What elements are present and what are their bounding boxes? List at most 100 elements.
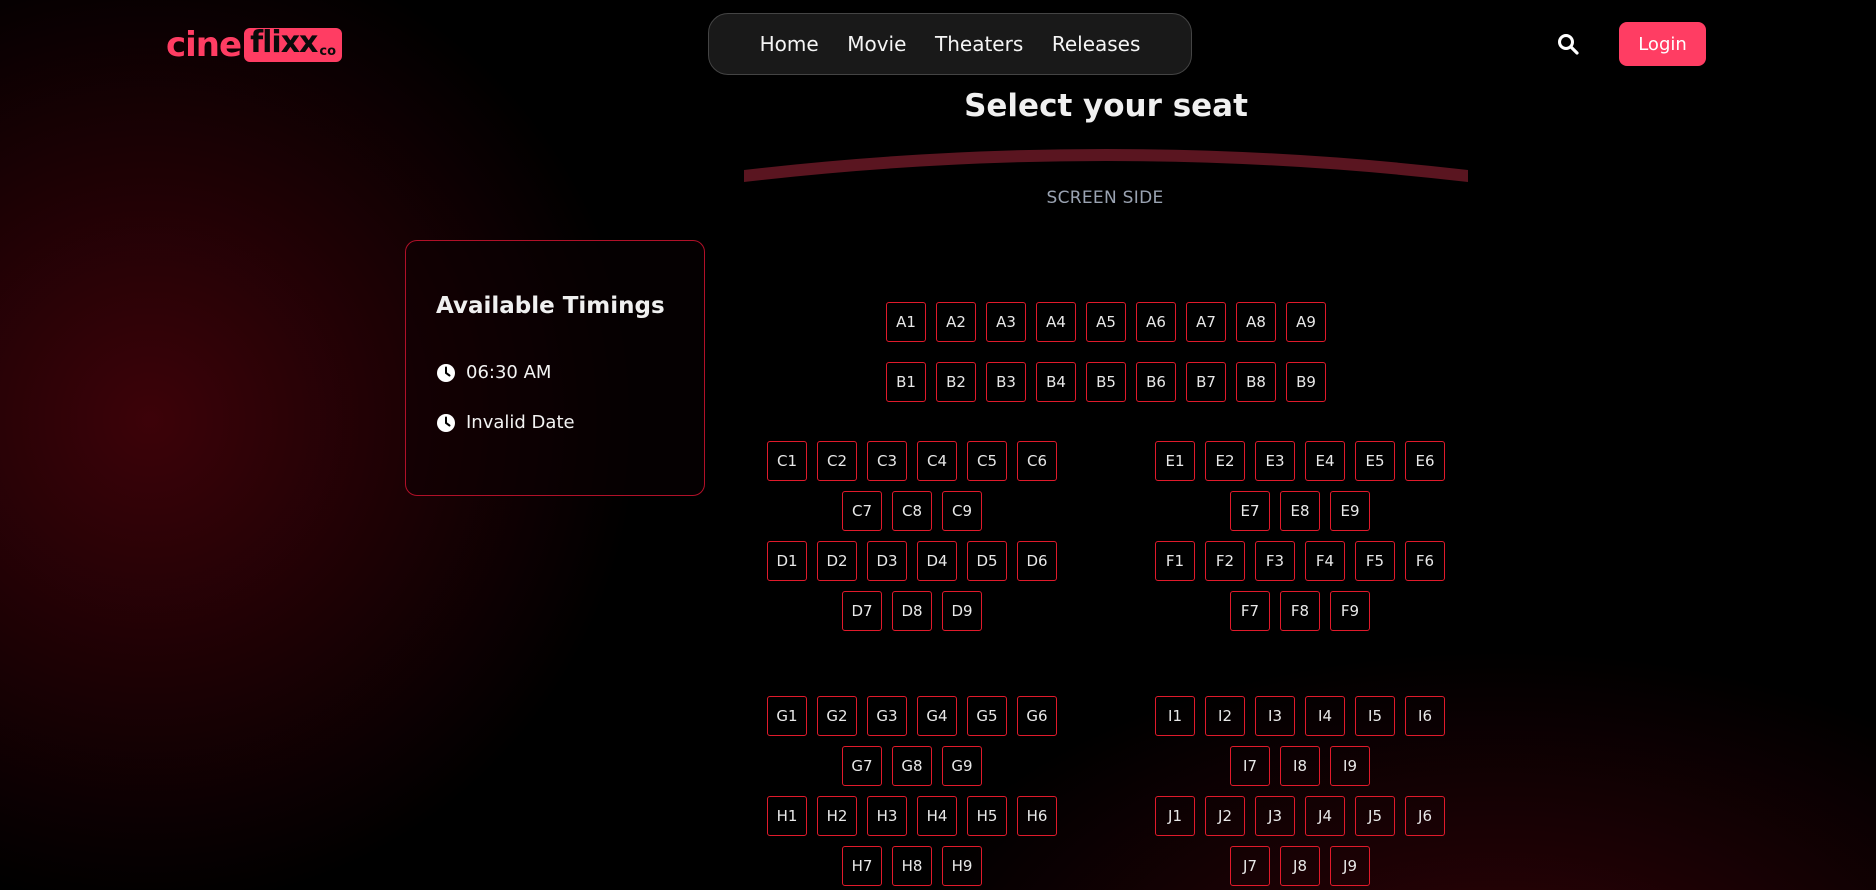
seat-f4[interactable]: F4 bbox=[1305, 541, 1345, 581]
logo-text-co: co bbox=[319, 44, 337, 59]
seat-d1[interactable]: D1 bbox=[767, 541, 807, 581]
seat-i4[interactable]: I4 bbox=[1305, 696, 1345, 736]
seat-f2[interactable]: F2 bbox=[1205, 541, 1245, 581]
seat-a9[interactable]: A9 bbox=[1286, 302, 1326, 342]
seat-i8[interactable]: I8 bbox=[1280, 746, 1320, 786]
seat-e3[interactable]: E3 bbox=[1255, 441, 1295, 481]
seat-f6[interactable]: F6 bbox=[1405, 541, 1445, 581]
seat-e6[interactable]: E6 bbox=[1405, 441, 1445, 481]
seat-a1[interactable]: A1 bbox=[886, 302, 926, 342]
seat-a2[interactable]: A2 bbox=[936, 302, 976, 342]
seat-j9[interactable]: J9 bbox=[1330, 846, 1370, 886]
seat-c1[interactable]: C1 bbox=[767, 441, 807, 481]
seat-j3[interactable]: J3 bbox=[1255, 796, 1295, 836]
seat-e1[interactable]: E1 bbox=[1155, 441, 1195, 481]
nav-theaters[interactable]: Theaters bbox=[935, 32, 1023, 56]
seat-b6[interactable]: B6 bbox=[1136, 362, 1176, 402]
seat-e7[interactable]: E7 bbox=[1230, 491, 1270, 531]
seat-b1[interactable]: B1 bbox=[886, 362, 926, 402]
seat-i3[interactable]: I3 bbox=[1255, 696, 1295, 736]
seat-h3[interactable]: H3 bbox=[867, 796, 907, 836]
seat-d7[interactable]: D7 bbox=[842, 591, 882, 631]
seat-f7[interactable]: F7 bbox=[1230, 591, 1270, 631]
seat-h5[interactable]: H5 bbox=[967, 796, 1007, 836]
seat-b8[interactable]: B8 bbox=[1236, 362, 1276, 402]
seat-g5[interactable]: G5 bbox=[967, 696, 1007, 736]
nav-home[interactable]: Home bbox=[760, 32, 819, 56]
seat-b2[interactable]: B2 bbox=[936, 362, 976, 402]
seat-i9[interactable]: I9 bbox=[1330, 746, 1370, 786]
seat-h2[interactable]: H2 bbox=[817, 796, 857, 836]
seat-c2[interactable]: C2 bbox=[817, 441, 857, 481]
seat-e5[interactable]: E5 bbox=[1355, 441, 1395, 481]
seat-b5[interactable]: B5 bbox=[1086, 362, 1126, 402]
seat-c8[interactable]: C8 bbox=[892, 491, 932, 531]
seat-e9[interactable]: E9 bbox=[1330, 491, 1370, 531]
seat-f1[interactable]: F1 bbox=[1155, 541, 1195, 581]
seat-f3[interactable]: F3 bbox=[1255, 541, 1295, 581]
seat-b4[interactable]: B4 bbox=[1036, 362, 1076, 402]
seat-d8[interactable]: D8 bbox=[892, 591, 932, 631]
seat-j8[interactable]: J8 bbox=[1280, 846, 1320, 886]
timing-item[interactable]: 06:30 AM bbox=[436, 362, 551, 383]
nav-releases[interactable]: Releases bbox=[1052, 32, 1141, 56]
seat-h6[interactable]: H6 bbox=[1017, 796, 1057, 836]
seat-i1[interactable]: I1 bbox=[1155, 696, 1195, 736]
seat-j4[interactable]: J4 bbox=[1305, 796, 1345, 836]
seat-i6[interactable]: I6 bbox=[1405, 696, 1445, 736]
login-button[interactable]: Login bbox=[1619, 22, 1706, 66]
seat-d4[interactable]: D4 bbox=[917, 541, 957, 581]
seat-j2[interactable]: J2 bbox=[1205, 796, 1245, 836]
seat-c6[interactable]: C6 bbox=[1017, 441, 1057, 481]
seat-a6[interactable]: A6 bbox=[1136, 302, 1176, 342]
seat-e2[interactable]: E2 bbox=[1205, 441, 1245, 481]
seat-g8[interactable]: G8 bbox=[892, 746, 932, 786]
seat-c9[interactable]: C9 bbox=[942, 491, 982, 531]
seat-c7[interactable]: C7 bbox=[842, 491, 882, 531]
seat-f5[interactable]: F5 bbox=[1355, 541, 1395, 581]
seat-h1[interactable]: H1 bbox=[767, 796, 807, 836]
seat-g6[interactable]: G6 bbox=[1017, 696, 1057, 736]
seat-g4[interactable]: G4 bbox=[917, 696, 957, 736]
seat-a7[interactable]: A7 bbox=[1186, 302, 1226, 342]
seat-g1[interactable]: G1 bbox=[767, 696, 807, 736]
seat-a3[interactable]: A3 bbox=[986, 302, 1026, 342]
seat-f9[interactable]: F9 bbox=[1330, 591, 1370, 631]
seat-b7[interactable]: B7 bbox=[1186, 362, 1226, 402]
seat-g2[interactable]: G2 bbox=[817, 696, 857, 736]
seat-d9[interactable]: D9 bbox=[942, 591, 982, 631]
seat-i2[interactable]: I2 bbox=[1205, 696, 1245, 736]
seat-g3[interactable]: G3 bbox=[867, 696, 907, 736]
seat-i5[interactable]: I5 bbox=[1355, 696, 1395, 736]
seat-b9[interactable]: B9 bbox=[1286, 362, 1326, 402]
seat-d6[interactable]: D6 bbox=[1017, 541, 1057, 581]
seat-d3[interactable]: D3 bbox=[867, 541, 907, 581]
seat-h4[interactable]: H4 bbox=[917, 796, 957, 836]
seat-h7[interactable]: H7 bbox=[842, 846, 882, 886]
search-icon[interactable] bbox=[1556, 32, 1580, 56]
seat-i7[interactable]: I7 bbox=[1230, 746, 1270, 786]
seat-h9[interactable]: H9 bbox=[942, 846, 982, 886]
seat-j5[interactable]: J5 bbox=[1355, 796, 1395, 836]
brand-logo[interactable]: cine flixx co bbox=[166, 24, 343, 66]
timing-item[interactable]: Invalid Date bbox=[436, 412, 575, 433]
seat-j1[interactable]: J1 bbox=[1155, 796, 1195, 836]
seat-a8[interactable]: A8 bbox=[1236, 302, 1276, 342]
seat-c4[interactable]: C4 bbox=[917, 441, 957, 481]
seat-j6[interactable]: J6 bbox=[1405, 796, 1445, 836]
nav-movie[interactable]: Movie bbox=[847, 32, 906, 56]
seat-h8[interactable]: H8 bbox=[892, 846, 932, 886]
seat-e8[interactable]: E8 bbox=[1280, 491, 1320, 531]
seat-c5[interactable]: C5 bbox=[967, 441, 1007, 481]
seat-a4[interactable]: A4 bbox=[1036, 302, 1076, 342]
seat-j7[interactable]: J7 bbox=[1230, 846, 1270, 886]
seat-g7[interactable]: G7 bbox=[842, 746, 882, 786]
seat-g9[interactable]: G9 bbox=[942, 746, 982, 786]
seat-b3[interactable]: B3 bbox=[986, 362, 1026, 402]
seat-c3[interactable]: C3 bbox=[867, 441, 907, 481]
seat-f8[interactable]: F8 bbox=[1280, 591, 1320, 631]
seat-a5[interactable]: A5 bbox=[1086, 302, 1126, 342]
seat-e4[interactable]: E4 bbox=[1305, 441, 1345, 481]
seat-d5[interactable]: D5 bbox=[967, 541, 1007, 581]
seat-d2[interactable]: D2 bbox=[817, 541, 857, 581]
